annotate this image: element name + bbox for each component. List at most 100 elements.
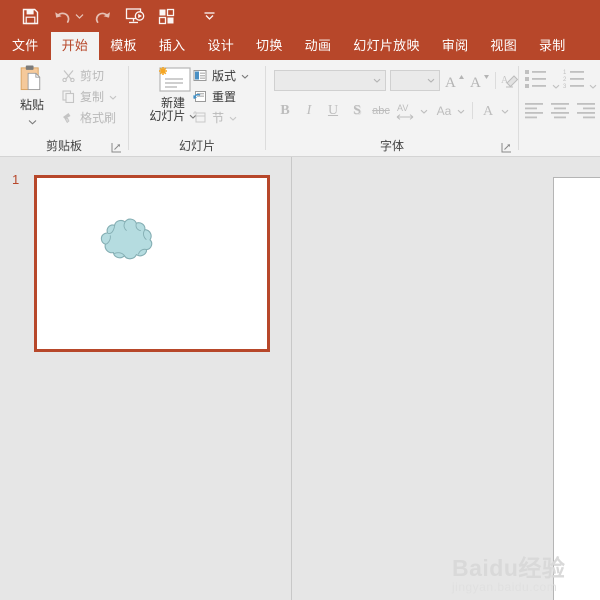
numbered-list-icon: 1 2 3 xyxy=(563,70,584,90)
font-size-input[interactable] xyxy=(390,70,440,91)
svg-text:1: 1 xyxy=(563,70,567,76)
clipboard-group-label: 剪贴板 xyxy=(45,139,82,153)
customize-layout-icon[interactable] xyxy=(153,3,181,29)
align-left-button[interactable] xyxy=(525,102,545,125)
font-color-icon: A xyxy=(483,104,494,119)
section-button[interactable]: 节 xyxy=(191,107,237,127)
underline-button[interactable]: U xyxy=(322,100,344,122)
reset-button[interactable]: 重置 xyxy=(191,86,236,106)
clear-formatting-button[interactable]: A xyxy=(500,70,520,91)
copy-button[interactable]: 复制 xyxy=(59,86,117,106)
tab-design[interactable]: 设计 xyxy=(196,32,245,60)
tab-review[interactable]: 审阅 xyxy=(431,32,480,60)
align-center-button[interactable] xyxy=(551,102,571,125)
section-dropdown-caret[interactable] xyxy=(229,110,237,124)
align-right-icon xyxy=(577,103,595,119)
svg-text:3: 3 xyxy=(563,84,567,90)
font-color-button[interactable]: A xyxy=(479,100,499,122)
copy-icon xyxy=(59,89,77,103)
svg-text:2: 2 xyxy=(563,77,567,83)
svg-text:A: A xyxy=(445,75,456,90)
reset-label: 重置 xyxy=(212,89,237,104)
ribbon-tab-bar: 文件 开始 模板 插入 设计 切换 动画 幻灯片放映 审阅 视图 录制 xyxy=(0,32,600,60)
ribbon-group-slides: 新建 幻灯片 版式 重置 节 幻灯片 xyxy=(129,60,265,156)
svg-text:A: A xyxy=(470,75,481,90)
font-sep-2 xyxy=(472,102,473,119)
format-painter-button[interactable]: 格式刷 xyxy=(59,107,116,127)
cut-button[interactable]: 剪切 xyxy=(59,65,104,85)
slide-canvas[interactable] xyxy=(553,177,600,600)
tab-file[interactable]: 文件 xyxy=(0,32,51,60)
font-color-caret[interactable] xyxy=(500,100,510,122)
new-slide-label: 新建 幻灯片 xyxy=(149,97,197,123)
ribbon-group-font: A A A B I U S abc AV Aa A 字体 xyxy=(266,60,520,156)
tab-transitions[interactable]: 切换 xyxy=(245,32,294,60)
align-right-button[interactable] xyxy=(577,102,597,125)
layout-button[interactable]: 版式 xyxy=(191,65,249,85)
character-spacing-button[interactable]: AV xyxy=(393,100,419,122)
section-icon xyxy=(191,111,209,124)
quick-access-toolbar xyxy=(0,0,600,32)
paste-icon xyxy=(20,65,41,91)
clipboard-dialog-launcher[interactable] xyxy=(111,142,122,153)
paste-label: 粘贴 xyxy=(19,98,44,112)
increase-font-size-icon: A xyxy=(445,74,464,90)
redo-icon[interactable] xyxy=(89,3,117,29)
slide-number-1: 1 xyxy=(12,172,20,187)
paste-button[interactable]: 粘贴 xyxy=(9,64,55,130)
align-left-icon xyxy=(525,103,543,119)
new-slide-icon xyxy=(159,67,191,92)
numbering-caret[interactable] xyxy=(589,76,597,94)
tab-record[interactable]: 录制 xyxy=(528,32,577,60)
layout-dropdown-caret[interactable] xyxy=(241,68,249,82)
paste-dropdown-caret[interactable] xyxy=(28,112,37,130)
slides-group-label: 幻灯片 xyxy=(178,139,215,153)
section-label: 节 xyxy=(212,110,225,125)
font-name-input[interactable] xyxy=(274,70,386,91)
tab-animations[interactable]: 动画 xyxy=(294,32,343,60)
slide-thumbnail-1[interactable] xyxy=(34,175,270,352)
clear-formatting-icon: A xyxy=(501,75,519,88)
cloud-shape[interactable] xyxy=(94,216,158,263)
strikethrough-button[interactable]: abc xyxy=(370,100,392,122)
decrease-font-size-icon: A xyxy=(470,74,489,90)
tab-home[interactable]: 开始 xyxy=(50,32,100,60)
ribbon: 粘贴 剪切 复制 格式刷 剪贴板 新建 幻灯片 版式 重置 节 幻灯片 A A … xyxy=(0,60,600,157)
ribbon-group-paragraph: 1 2 3 xyxy=(519,60,600,156)
powerpoint-window: 文件 开始 模板 插入 设计 切换 动画 幻灯片放映 审阅 视图 录制 粘贴 剪… xyxy=(0,0,600,600)
text-shadow-button[interactable]: S xyxy=(346,100,368,122)
format-painter-label: 格式刷 xyxy=(80,110,117,125)
scissors-icon xyxy=(59,69,77,82)
cut-label: 剪切 xyxy=(80,68,105,83)
tab-view[interactable]: 视图 xyxy=(479,32,528,60)
cloud-icon xyxy=(100,218,153,260)
bold-button[interactable]: B xyxy=(274,100,296,122)
reset-icon xyxy=(191,90,209,103)
svg-text:AV: AV xyxy=(397,103,408,113)
increase-font-size-button[interactable]: A xyxy=(444,70,466,91)
copy-dropdown-caret[interactable] xyxy=(109,89,117,103)
tab-slideshow[interactable]: 幻灯片放映 xyxy=(342,32,431,60)
character-spacing-caret[interactable] xyxy=(419,100,429,122)
tab-template[interactable]: 模板 xyxy=(99,32,148,60)
start-slideshow-icon[interactable] xyxy=(121,3,149,29)
font-dialog-launcher[interactable] xyxy=(501,142,512,153)
paintbrush-icon xyxy=(59,111,77,124)
change-case-caret[interactable] xyxy=(456,100,466,122)
layout-label: 版式 xyxy=(212,68,237,83)
numbering-button[interactable]: 1 2 3 xyxy=(563,68,589,95)
font-name-caret xyxy=(373,78,381,83)
bullets-caret[interactable] xyxy=(552,76,560,94)
decrease-font-size-button[interactable]: A xyxy=(469,70,491,91)
copy-label: 复制 xyxy=(80,89,105,104)
tab-insert[interactable]: 插入 xyxy=(148,32,197,60)
change-case-button[interactable]: Aa xyxy=(432,100,456,122)
ribbon-group-clipboard: 粘贴 剪切 复制 格式刷 剪贴板 xyxy=(0,60,128,156)
bullet-list-icon xyxy=(525,70,546,88)
customize-qat-caret[interactable] xyxy=(195,3,223,29)
save-icon[interactable] xyxy=(16,3,44,29)
bullets-button[interactable] xyxy=(525,68,551,95)
undo-icon[interactable] xyxy=(48,3,76,29)
font-size-caret xyxy=(427,78,435,83)
italic-button[interactable]: I xyxy=(298,100,320,122)
